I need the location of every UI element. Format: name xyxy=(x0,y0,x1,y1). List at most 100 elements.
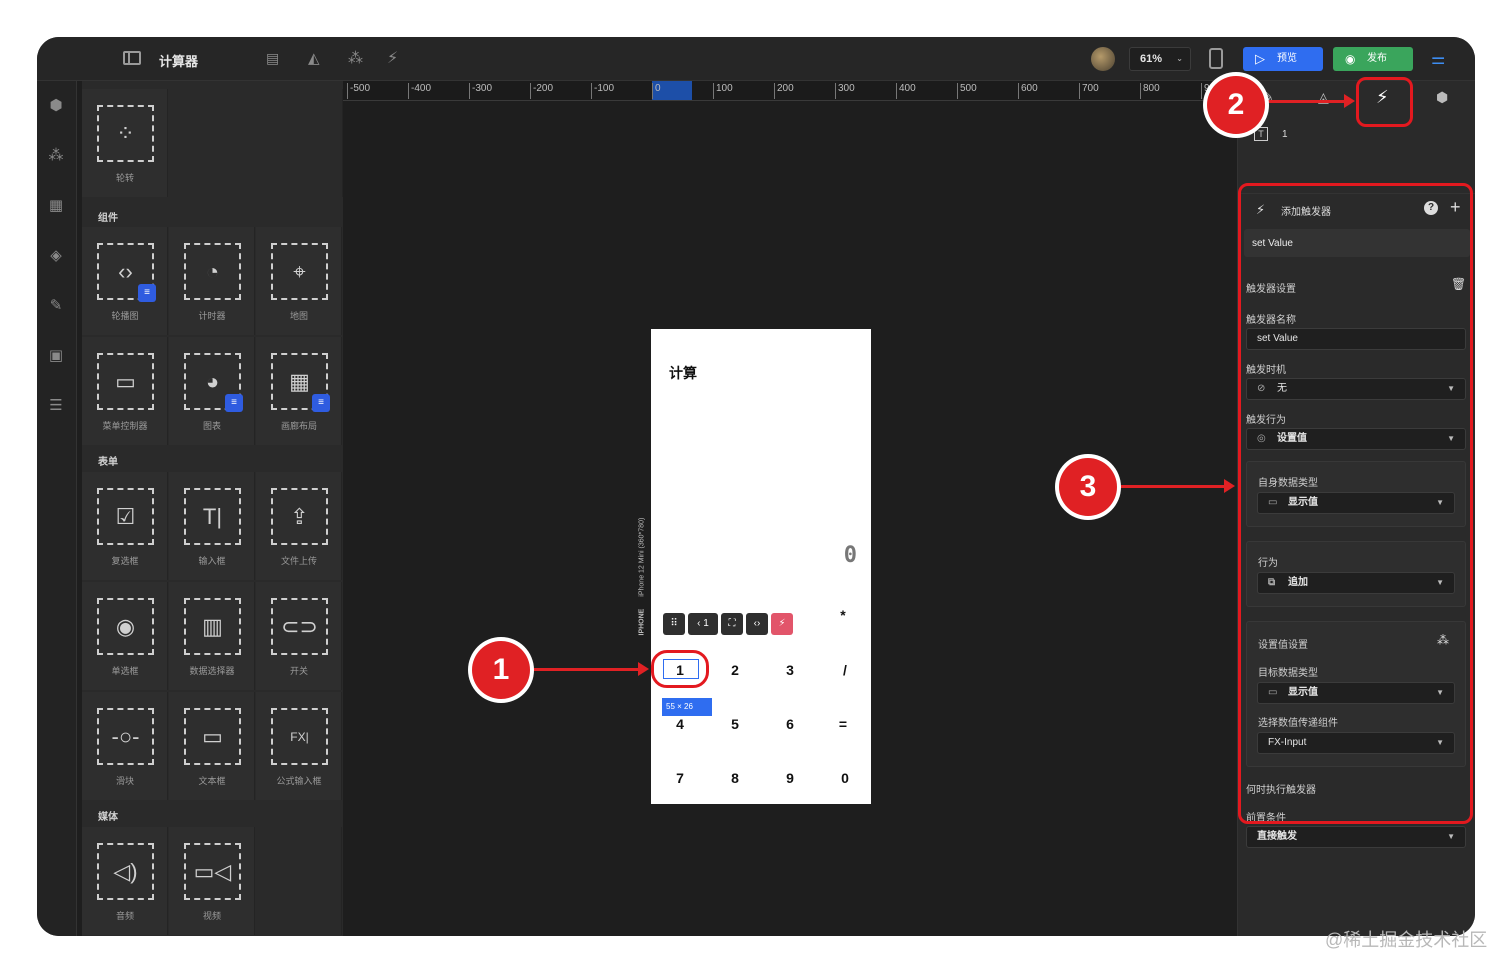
highlight-trigger-panel xyxy=(1238,183,1473,824)
drag-handle-icon[interactable]: ⠿ xyxy=(663,613,685,635)
components-icon[interactable]: ⁂ xyxy=(45,145,67,167)
library-item-gallery[interactable]: ▦ ≡ 画廊布局 xyxy=(256,337,342,445)
code-icon[interactable]: ‹› xyxy=(746,613,768,635)
ruler-tick: 500 xyxy=(957,83,977,99)
phone-artboard[interactable]: 计算 0 ⠿ ‹ 1 ⛶ ‹› ⚡ * 1 2 3 / 55 × 26 4 5 … xyxy=(651,329,871,804)
ruler-tick: 800 xyxy=(1140,83,1160,99)
library-item-audio[interactable]: ◁) 音频 xyxy=(82,827,168,935)
element-toolbar: ⠿ ‹ 1 ⛶ ‹› ⚡ xyxy=(663,613,793,635)
layout-icon[interactable]: ▦ xyxy=(45,195,67,217)
ruler-tick: -100 xyxy=(591,83,614,99)
trigger-bolt-icon[interactable]: ⚡ xyxy=(771,613,793,635)
library-item-formula-input[interactable]: FX| 公式输入框 xyxy=(256,692,342,800)
key-9[interactable]: 9 xyxy=(775,770,805,786)
preview-button[interactable]: ▷ 预览 xyxy=(1243,47,1323,71)
item-label: 滑块 xyxy=(115,776,134,786)
icon-rail: ⬢ ⁂ ▦ ◈ ✎ ▣ ☰ xyxy=(37,81,77,936)
item-label: 文件上传 xyxy=(280,556,317,566)
key-5[interactable]: 5 xyxy=(720,716,750,732)
library-item-switch[interactable]: ⊂⊃ 开关 xyxy=(256,582,342,690)
library-row: -○- 滑块 ▭ 文本框 FX| 公式输入框 xyxy=(82,692,343,800)
section-media: 媒体 xyxy=(98,812,118,823)
ruler-tick: -200 xyxy=(530,83,553,99)
publish-button[interactable]: ◉ 发布 xyxy=(1333,47,1413,71)
eye-off-icon[interactable]: ◬ xyxy=(1318,89,1329,106)
arrow-head-icon xyxy=(638,662,649,676)
toggle-icon: ⊂⊃ xyxy=(271,598,328,655)
key-2[interactable]: 2 xyxy=(720,662,750,678)
precondition-select[interactable]: 直接触发 ▼ xyxy=(1246,826,1466,848)
library-row: ◉ 单选框 ▥ 数据选择器 ⊂⊃ 开关 xyxy=(82,582,343,690)
highlight-trigger-tab xyxy=(1356,77,1413,127)
list-icon[interactable]: ☰ xyxy=(45,395,67,417)
key-4[interactable]: 4 xyxy=(665,716,695,732)
ruler-tick: -500 xyxy=(347,83,370,99)
zoom-level: 61% xyxy=(1140,53,1163,65)
device-phone-icon[interactable] xyxy=(1209,48,1223,69)
layers-icon[interactable]: ◈ xyxy=(45,245,67,267)
key-equals[interactable]: = xyxy=(828,716,858,732)
item-label: 菜单控制器 xyxy=(102,421,148,431)
library-item-rotate[interactable]: ⁘ 轮转 xyxy=(82,89,168,197)
library-item-timer[interactable]: ◔ 计时器 xyxy=(169,227,255,335)
pin-icon[interactable]: ✎ xyxy=(45,295,67,317)
library-row: ▭ 菜单控制器 ◕ ≡ 图表 ▦ ≡ 画廊布局 xyxy=(82,337,343,445)
key-6[interactable]: 6 xyxy=(775,716,805,732)
watermark: @稀土掘金技术社区 xyxy=(1325,930,1488,950)
precondition-value: 直接触发 xyxy=(1257,831,1297,842)
library-item-map[interactable]: ⌖ 地图 xyxy=(256,227,342,335)
map-pin-icon: ⌖ xyxy=(271,243,328,300)
document-icon[interactable]: ▤ xyxy=(266,50,279,67)
library-item-data-picker[interactable]: ▥ 数据选择器 xyxy=(169,582,255,690)
key-multiply[interactable]: * xyxy=(828,607,858,623)
text-layer-icon: T xyxy=(1254,127,1268,141)
key-8[interactable]: 8 xyxy=(720,770,750,786)
library-item-file-upload[interactable]: ⇪ 文件上传 xyxy=(256,472,342,580)
key-3[interactable]: 3 xyxy=(775,662,805,678)
library-item-input[interactable]: T| 输入框 xyxy=(169,472,255,580)
key-divide[interactable]: / xyxy=(830,662,860,678)
pie-chart-icon: ◕ ≡ xyxy=(184,353,243,412)
package-icon[interactable]: ⬢ xyxy=(1436,89,1448,106)
avatar[interactable] xyxy=(1091,47,1115,71)
shape-icon[interactable]: ◭ xyxy=(308,49,320,67)
cube-icon[interactable]: ⬢ xyxy=(45,95,67,117)
library-item-radio[interactable]: ◉ 单选框 xyxy=(82,582,168,690)
arrow-head-icon xyxy=(1224,479,1235,493)
library-item-video[interactable]: ▭◁ 视频 xyxy=(169,827,255,935)
database-icon: ≡ xyxy=(138,284,156,302)
ruler-tick: 600 xyxy=(1018,83,1038,99)
app-title: 计算器 xyxy=(159,54,199,69)
item-label: 单选框 xyxy=(111,666,139,676)
callout-arrow-2 xyxy=(1262,100,1346,103)
ruler-tick: 200 xyxy=(774,83,794,99)
library-item-textarea[interactable]: ▭ 文本框 xyxy=(169,692,255,800)
library-row: ◁) 音频 ▭◁ 视频 xyxy=(82,827,343,935)
select-parent-icon[interactable]: ‹ 1 xyxy=(688,613,718,635)
device-type: IPHONE xyxy=(638,608,646,636)
library-item-carousel[interactable]: ‹› ≡ 轮播图 xyxy=(82,227,168,335)
quick-action-icon[interactable]: ⚡ xyxy=(387,48,398,68)
layer-index: 1 xyxy=(1282,129,1288,140)
settings-sliders-icon[interactable]: ⚌ xyxy=(1431,49,1445,69)
key-7[interactable]: 7 xyxy=(665,770,695,786)
textarea-icon: ▭ xyxy=(184,708,241,765)
key-0[interactable]: 0 xyxy=(830,770,860,786)
chevron-down-icon: ⌄ xyxy=(1176,54,1183,63)
video-camera-icon: ▭◁ xyxy=(184,843,241,900)
chevron-down-icon: ▼ xyxy=(1447,832,1455,841)
library-row: ⁘ 轮转 xyxy=(82,89,343,197)
expand-icon[interactable]: ⛶ xyxy=(721,613,743,635)
item-label: 音频 xyxy=(115,911,134,921)
library-item-checkbox[interactable]: ☑ 复选框 xyxy=(82,472,168,580)
sidebar-toggle-icon[interactable] xyxy=(123,51,141,65)
rotate-icon: ⁘ xyxy=(97,105,154,162)
library-item-chart[interactable]: ◕ ≡ 图表 xyxy=(169,337,255,445)
component-icon[interactable]: ⁂ xyxy=(348,49,363,67)
library-item-menu-controller[interactable]: ▭ 菜单控制器 xyxy=(82,337,168,445)
library-item-slider[interactable]: -○- 滑块 xyxy=(82,692,168,800)
pages-icon[interactable]: ▣ xyxy=(45,345,67,367)
upload-icon: ⇪ xyxy=(271,488,328,545)
zoom-select[interactable]: 61% ⌄ xyxy=(1129,47,1191,71)
checkbox-icon: ☑ xyxy=(97,488,154,545)
